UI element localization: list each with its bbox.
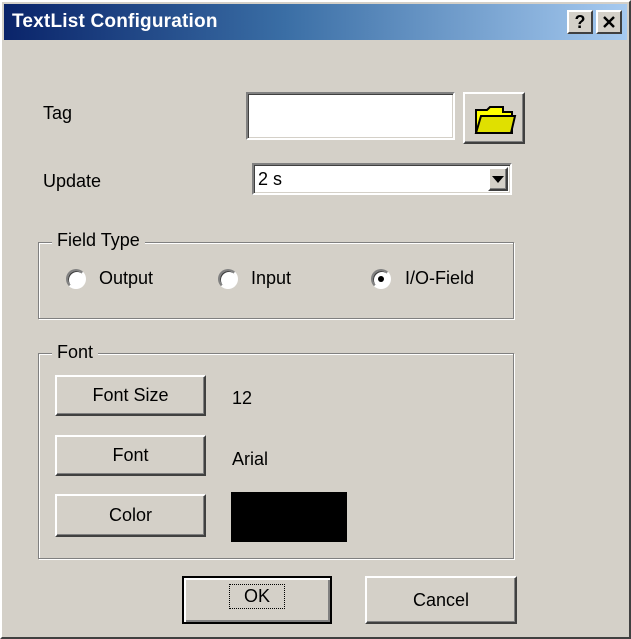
radio-output[interactable]	[66, 269, 86, 289]
title-bar[interactable]: TextList Configuration ?	[4, 4, 627, 40]
update-dropdown-button[interactable]	[488, 167, 508, 191]
font-size-value: 12	[232, 388, 253, 408]
radio-selected-dot	[378, 276, 384, 282]
close-button[interactable]	[596, 10, 622, 34]
update-label: Update	[43, 171, 102, 191]
folder-icon	[474, 106, 517, 134]
update-select[interactable]: 2 s	[252, 163, 512, 195]
ok-button-label: OK	[228, 584, 286, 609]
tag-label: Tag	[43, 103, 73, 123]
radio-input-label[interactable]: Input	[251, 268, 291, 289]
update-select-value: 2 s	[258, 169, 283, 189]
help-button[interactable]: ?	[567, 10, 593, 34]
window-title: TextList Configuration	[12, 11, 218, 32]
color-swatch	[231, 492, 347, 542]
cancel-button[interactable]: Cancel	[365, 576, 517, 624]
tag-browse-button[interactable]	[463, 92, 525, 144]
radio-io-field[interactable]	[371, 269, 391, 289]
font-value: Arial	[232, 449, 269, 469]
font-size-button[interactable]: Font Size	[55, 375, 206, 416]
close-icon	[603, 16, 615, 28]
font-button[interactable]: Font	[55, 435, 206, 476]
radio-input[interactable]	[218, 269, 238, 289]
radio-output-label[interactable]: Output	[99, 268, 153, 289]
field-type-legend: Field Type	[52, 230, 145, 251]
chevron-down-icon	[492, 176, 504, 183]
tag-input[interactable]	[246, 92, 455, 140]
ok-button[interactable]: OK	[182, 576, 332, 624]
radio-io-field-label[interactable]: I/O-Field	[405, 268, 474, 289]
dialog-window: TextList Configuration ? Tag Update 2 s …	[0, 0, 631, 639]
font-legend: Font	[52, 342, 99, 363]
color-button[interactable]: Color	[55, 494, 206, 537]
